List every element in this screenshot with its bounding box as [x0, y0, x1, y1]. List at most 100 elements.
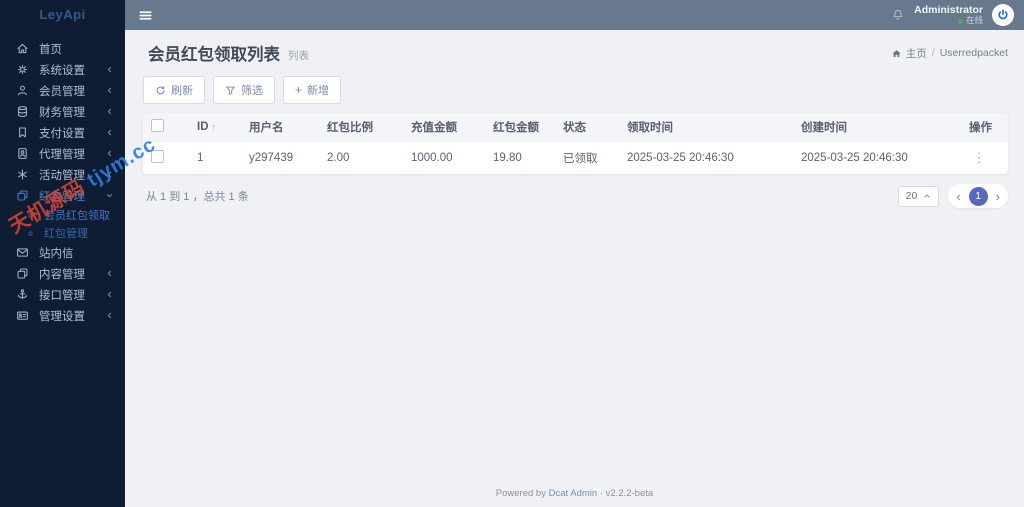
cell-id: 1: [189, 141, 241, 174]
add-button[interactable]: + 新增: [283, 76, 342, 104]
chevron-left-icon: [105, 311, 114, 320]
breadcrumb-current: Userredpacket: [939, 47, 1008, 59]
user-icon: [15, 84, 30, 97]
powered-by-label: Powered by: [495, 488, 546, 499]
chevron-left-icon: [105, 269, 114, 278]
sidebar-subitem-member-redpacket[interactable]: 会员红包领取: [0, 206, 125, 224]
more-actions-icon[interactable]: ⋮: [969, 151, 989, 165]
col-created-at: 创建时间: [793, 113, 961, 142]
database-icon: [15, 105, 30, 118]
online-dot-icon: [957, 18, 963, 24]
envelope-icon: [15, 246, 30, 259]
breadcrumb: 主页 / Userredpacket: [891, 46, 1008, 61]
asterisk-icon: [15, 168, 30, 181]
cell-collected-at: 2025-03-25 20:46:30: [619, 141, 793, 174]
sort-asc-icon[interactable]: ↑: [212, 122, 217, 132]
col-status: 状态: [555, 113, 619, 142]
gears-icon: [15, 63, 30, 76]
chevron-down-icon: [105, 191, 114, 200]
toolbar: 刷新 筛选 + 新增: [137, 76, 1008, 104]
chevron-left-icon: [105, 65, 114, 74]
anchor-icon: [15, 288, 30, 301]
prev-page-button[interactable]: ‹: [956, 190, 960, 203]
chevron-left-icon: [105, 290, 114, 299]
table-row: 1 y297439 2.00 1000.00 19.80 已领取 2025-03…: [143, 141, 1008, 174]
version-label: v2.2.2-beta: [605, 488, 654, 499]
sidebar-item-label: 管理设置: [39, 310, 85, 323]
sidebar-item-home[interactable]: 首页: [0, 38, 125, 59]
sidebar-item-content[interactable]: 内容管理: [0, 263, 125, 284]
sidebar-item-finance[interactable]: 财务管理: [0, 101, 125, 122]
home-icon: [15, 42, 30, 55]
sidebar-item-label: 内容管理: [39, 268, 85, 281]
per-page-select[interactable]: 20: [897, 185, 940, 207]
id-badge-icon: [15, 147, 30, 160]
sidebar-item-api[interactable]: 接口管理: [0, 284, 125, 305]
refresh-button[interactable]: 刷新: [143, 76, 205, 104]
main-area: Administrator 在线 会员红包领取列表 列表 主页 / Userre…: [125, 0, 1024, 507]
col-id[interactable]: ID ↑: [189, 113, 241, 142]
cell-created-at: 2025-03-25 20:46:30: [793, 141, 961, 174]
chevron-left-icon: [105, 128, 114, 137]
sidebar-item-messages[interactable]: 站内信: [0, 242, 125, 263]
home-icon: [892, 49, 901, 57]
sidebar-item-label: 接口管理: [39, 289, 85, 302]
sidebar: LeyApi 首页 系统设置 会员管理 财务管理 支付设置 代理管理 活动管理 …: [0, 0, 160, 507]
sidebar-item-label: 会员管理: [39, 85, 85, 98]
col-amount: 红包金额: [485, 113, 555, 142]
pagination: 20 ‹ 1 ›: [897, 184, 1008, 208]
cell-status: 已领取: [555, 141, 619, 174]
cell-select: [143, 141, 189, 174]
page-header: 会员红包领取列表 列表 主页 / Userredpacket: [137, 41, 1008, 65]
result-summary: 从 1 到 1 ，总共 1 条: [146, 191, 249, 203]
sidebar-item-members[interactable]: 会员管理: [0, 80, 125, 101]
sidebar-item-label: 支付设置: [39, 127, 85, 140]
row-checkbox[interactable]: [151, 150, 164, 163]
table-header-row: ID ↑ 用户名 红包比例 充值金额 红包金额 状态 领取时间 创建时间 操作: [143, 113, 1008, 142]
sidebar-subitem-redpacket-manage[interactable]: 红包管理: [0, 224, 125, 242]
cell-username: y297439: [241, 141, 319, 174]
avatar[interactable]: [992, 4, 1014, 26]
footer-separator: ·: [599, 488, 603, 499]
sidebar-item-admin-settings[interactable]: 管理设置: [0, 305, 125, 326]
bell-icon[interactable]: [891, 8, 905, 22]
navbar-right: Administrator 在线: [891, 4, 1014, 26]
breadcrumb-separator: /: [931, 47, 935, 59]
col-username: 用户名: [241, 113, 319, 142]
sidebar-item-label: 系统设置: [39, 64, 85, 77]
user-menu[interactable]: Administrator 在线: [914, 4, 983, 26]
col-collected-at: 领取时间: [619, 113, 793, 142]
chevron-left-icon: [105, 170, 114, 179]
page-title: 会员红包领取列表: [148, 46, 280, 64]
current-page-button[interactable]: 1: [968, 186, 988, 206]
sidebar-item-label: 红包管理: [39, 190, 85, 203]
next-page-button[interactable]: ›: [996, 190, 1000, 203]
cell-ratio: 2.00: [319, 141, 403, 174]
dcat-admin-link[interactable]: Dcat Admin: [549, 488, 598, 499]
sidebar-item-activities[interactable]: 活动管理: [0, 164, 125, 185]
sidebar-toggle-button[interactable]: [138, 8, 153, 23]
sidebar-item-redpacket[interactable]: 红包管理: [0, 185, 125, 206]
sidebar-item-label: 红包管理: [44, 228, 88, 240]
content: 会员红包领取列表 列表 主页 / Userredpacket 刷新 筛选 + 新…: [125, 30, 1024, 481]
sidebar-item-label: 首页: [39, 43, 62, 56]
sidebar-item-agents[interactable]: 代理管理: [0, 143, 125, 164]
sidebar-item-label: 活动管理: [39, 169, 85, 182]
caret-up-icon: [924, 194, 930, 198]
id-card-icon: [15, 309, 30, 322]
pager: ‹ 1 ›: [948, 184, 1008, 208]
col-recharge: 充值金额: [403, 113, 485, 142]
sidebar-item-label: 会员红包领取: [44, 210, 110, 222]
chevron-left-icon: [105, 149, 114, 158]
sidebar-item-payment[interactable]: 支付设置: [0, 122, 125, 143]
app-window: LeyApi 首页 系统设置 会员管理 财务管理 支付设置 代理管理 活动管理 …: [0, 0, 1024, 507]
select-all-checkbox[interactable]: [151, 119, 164, 132]
brand-logo[interactable]: LeyApi: [0, 0, 125, 30]
list-footer: 从 1 到 1 ，总共 1 条 20 ‹ 1 ›: [137, 184, 1008, 208]
cell-amount: 19.80: [485, 141, 555, 174]
sidebar-menu: 首页 系统设置 会员管理 财务管理 支付设置 代理管理 活动管理 红包管理 会员…: [0, 30, 125, 334]
circle-icon: [24, 229, 36, 238]
sidebar-item-system-settings[interactable]: 系统设置: [0, 59, 125, 80]
breadcrumb-home-link[interactable]: 主页: [891, 46, 927, 61]
filter-button[interactable]: 筛选: [213, 76, 275, 104]
